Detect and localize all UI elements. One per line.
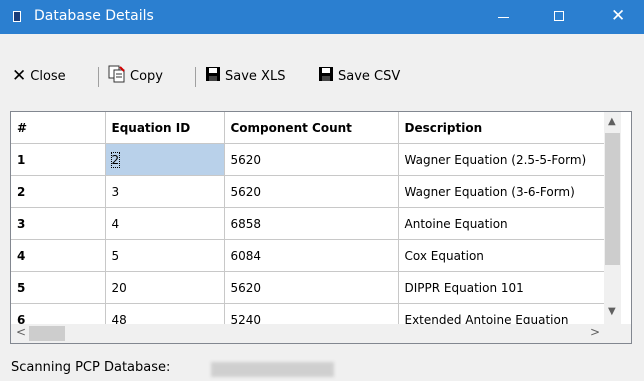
save-csv-button[interactable]: Save CSV [318,63,400,89]
equation-id-cell[interactable]: 4 [105,207,225,240]
copy-button[interactable]: Copy [108,63,163,89]
description-cell[interactable]: Cox Equation [398,239,605,272]
floppy-disk-icon [318,66,334,86]
title-bar[interactable]: Database Details ✕ [0,0,644,34]
table-header-row: # Equation ID Component Count Descriptio… [11,112,605,144]
floppy-disk-icon [205,66,221,86]
close-window-button[interactable]: ✕ [594,0,644,34]
copy-label: Copy [130,68,163,84]
status-value-redacted [211,362,334,377]
table-row[interactable]: 5 20 5620 DIPPR Equation 101 [11,271,605,304]
save-xls-button[interactable]: Save XLS [205,63,285,89]
scroll-right-icon[interactable]: > [590,325,600,339]
table-row[interactable]: 2 3 5620 Wagner Equation (3-6-Form) [11,175,605,208]
cell-text: 2 [110,151,121,168]
description-cell[interactable]: DIPPR Equation 101 [398,271,605,304]
scroll-left-icon[interactable]: < [16,325,26,339]
component-count-cell[interactable]: 5620 [224,271,399,304]
equation-id-cell[interactable]: 5 [105,239,225,272]
equation-id-cell[interactable]: 3 [105,175,225,208]
row-number: 5 [11,271,106,304]
row-number: 3 [11,207,106,240]
scroll-up-icon[interactable]: ▲ [608,116,616,127]
close-button[interactable]: ✕ Close [12,63,66,89]
data-grid[interactable]: # Equation ID Component Count Descriptio… [10,111,632,344]
maximize-icon [554,11,564,21]
app-icon [13,11,21,22]
save-xls-label: Save XLS [225,68,286,84]
minimize-icon [498,17,509,18]
component-count-cell[interactable]: 5620 [224,175,399,208]
table-row[interactable]: 3 4 6858 Antoine Equation [11,207,605,240]
row-number: 1 [11,143,106,176]
close-x-icon: ✕ [12,66,27,86]
horizontal-scroll-thumb[interactable] [29,326,65,341]
save-csv-label: Save CSV [338,68,401,84]
column-header-num[interactable]: # [11,112,106,144]
table-row[interactable]: 4 5 6084 Cox Equation [11,239,605,272]
minimize-button[interactable] [481,0,527,34]
vertical-scroll-thumb[interactable] [605,133,620,265]
column-header-equation-id[interactable]: Equation ID [105,112,225,144]
description-cell[interactable]: Wagner Equation (3-6-Form) [398,175,605,208]
status-label: Scanning PCP Database: [11,360,171,375]
equation-id-cell[interactable]: 2 [105,143,225,176]
component-count-cell[interactable]: 5620 [224,143,399,176]
maximize-button[interactable] [537,0,583,34]
copy-icon [108,65,126,87]
close-label: Close [30,68,66,84]
component-count-cell[interactable]: 6858 [224,207,399,240]
row-number: 4 [11,239,106,272]
row-number: 2 [11,175,106,208]
window-title: Database Details [34,8,154,24]
component-count-cell[interactable]: 6084 [224,239,399,272]
column-header-description[interactable]: Description [398,112,605,144]
equations-table: # Equation ID Component Count Descriptio… [11,112,605,336]
toolbar-separator [195,67,196,87]
scrollbar-corner [621,324,631,343]
close-icon: ✕ [611,6,626,26]
scroll-down-icon[interactable]: ▼ [608,306,616,317]
vertical-scrollbar[interactable]: ▲ ▼ [604,112,621,324]
column-header-component-count[interactable]: Component Count [224,112,399,144]
description-cell[interactable]: Wagner Equation (2.5-5-Form) [398,143,605,176]
description-cell[interactable]: Antoine Equation [398,207,605,240]
horizontal-scrollbar[interactable]: < > [11,324,621,343]
toolbar-separator [98,67,99,87]
equation-id-cell[interactable]: 20 [105,271,225,304]
table-row[interactable]: 1 2 5620 Wagner Equation (2.5-5-Form) [11,143,605,176]
